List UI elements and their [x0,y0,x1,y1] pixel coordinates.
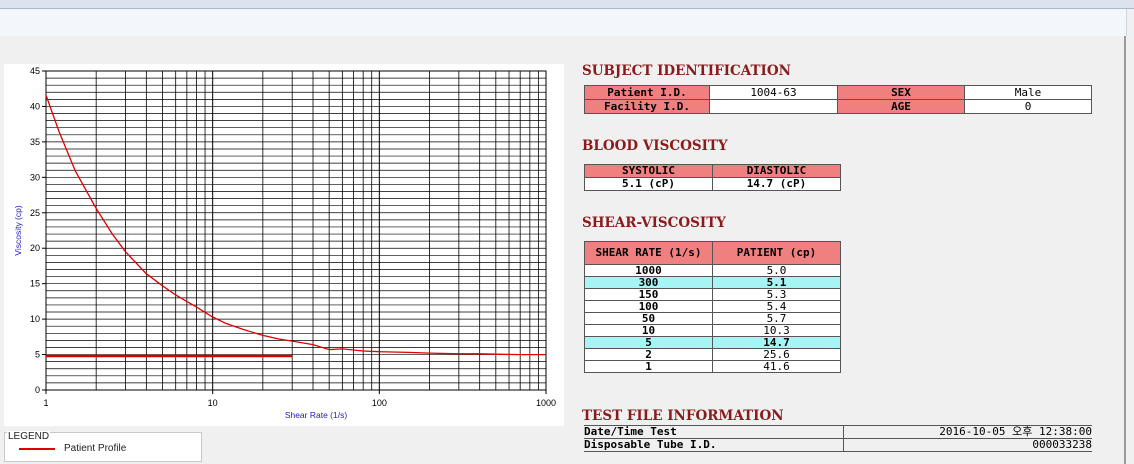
patient-value-cell: 41.6 [712,360,841,373]
shear-rate-header: SHEAR RATE (1/s) [584,241,713,265]
diastolic-label: DIASTOLIC [712,164,841,178]
table-row: 150 5.3 [584,288,841,301]
table-row: Disposable Tube I.D. 000033238 [584,438,1092,452]
y-tick-label: 35 [30,137,40,147]
table-row: 5.1 (cP) 14.7 (cP) [584,177,841,191]
patient-value-cell: 5.3 [712,288,841,301]
test-info-table: Date/Time Test 2016-10-05 오후 12:38:00 Di… [584,425,1092,452]
table-row: 5 14.7 [584,336,841,349]
window-top-bar [0,0,1134,9]
shear-rate-cell: 1000 [584,264,713,277]
y-tick-label: 5 [35,350,40,360]
y-tick-label: 15 [30,279,40,289]
shear-viscosity-table: SHEAR RATE (1/s) PATIENT (cp) 1000 5.0 300… [584,241,841,373]
y-tick-label: 40 [30,101,40,111]
table-row: 300 5.1 [584,276,841,289]
legend-box: LEGEND Patient Profile [4,431,202,462]
y-tick-label: 45 [30,66,40,76]
y-tick-label: 0 [35,385,40,395]
patient-value-cell: 14.7 [712,336,841,349]
test-info-heading: TEST FILE INFORMATION [582,408,784,424]
sex-value: Male [964,85,1092,100]
table-header-row: SHEAR RATE (1/s) PATIENT (cp) [584,241,841,265]
y-tick-label: 20 [30,243,40,253]
blood-viscosity-table: SYSTOLIC DIASTOLIC 5.1 (cP) 14.7 (cP) [584,164,841,191]
shear-rate-cell: 100 [584,300,713,313]
patient-value-cell: 5.4 [712,300,841,313]
table-row: 2 25.6 [584,348,841,361]
legend-title: LEGEND [7,431,51,442]
datetime-label: Date/Time Test [584,425,843,439]
shear-rate-cell: 50 [584,312,713,325]
y-tick-label: 10 [30,314,40,324]
patient-cp-header: PATIENT (cp) [712,241,841,265]
table-row: 1 41.6 [584,360,841,373]
y-tick-label: 30 [30,172,40,182]
subject-table: Patient I.D. 1004-63 SEX Male Facility I… [584,85,1092,114]
toolbar-area [0,9,1127,36]
x-tick-label: 10 [208,398,218,408]
diastolic-value: 14.7 (cP) [712,177,841,191]
tube-id-label: Disposable Tube I.D. [584,438,717,451]
legend-line-swatch [19,448,55,450]
patient-value-cell: 5.0 [712,264,841,277]
age-label: AGE [837,99,965,114]
blood-viscosity-heading: BLOOD VISCOSITY [582,138,728,154]
table-row: Facility I.D. AGE 0 [584,99,1092,114]
legend-label: Patient Profile [64,443,127,454]
systolic-label: SYSTOLIC [584,164,713,178]
table-row: 10 10.3 [584,324,841,337]
x-tick-label: 1000 [536,398,556,408]
shear-rate-cell: 300 [584,276,713,289]
table-row: 100 5.4 [584,300,841,313]
x-axis-label: Shear Rate (1/s) [285,410,348,420]
patient-value-cell: 25.6 [712,348,841,361]
patient-value-cell: 5.1 [712,276,841,289]
table-row: 50 5.7 [584,312,841,325]
table-row: 1000 5.0 [584,264,841,277]
viscosity-chart: 0 5 10 15 20 25 30 35 40 45 1 10 100 1000 Shear Rate (… [13,66,556,420]
facility-id-label: Facility I.D. [584,99,710,114]
viscosity-chart-panel: 0 5 10 15 20 25 30 35 40 45 1 10 100 1000 Shear Rate (… [4,64,564,426]
y-tick-label: 25 [30,208,40,218]
systolic-value: 5.1 (cP) [584,177,713,191]
vertical-scrollbar[interactable] [1124,36,1134,464]
table-row: Date/Time Test 2016-10-05 오후 12:38:00 [584,425,1092,439]
datetime-value: 2016-10-05 오후 12:38:00 [842,425,1092,439]
shear-rate-cell: 10 [584,324,713,337]
facility-id-value [709,99,838,114]
x-tick-label: 1 [43,398,48,408]
shear-rate-cell: 1 [584,360,713,373]
table-row: Patient I.D. 1004-63 SEX Male [584,85,1092,100]
y-axis-label: Viscosity (cp) [13,205,23,256]
sex-label: SEX [837,85,965,100]
x-tick-label: 100 [372,398,387,408]
patient-value-cell: 5.7 [712,312,841,325]
subject-heading: SUBJECT IDENTIFICATION [582,63,791,79]
patient-value-cell: 10.3 [712,324,841,337]
shear-rate-cell: 5 [584,336,713,349]
patient-id-value: 1004-63 [709,85,838,100]
shear-viscosity-heading: SHEAR-VISCOSITY [582,215,726,231]
shear-rate-cell: 150 [584,288,713,301]
patient-id-label: Patient I.D. [584,85,710,100]
shear-rate-cell: 2 [584,348,713,361]
age-value: 0 [964,99,1092,114]
tube-id-value: 000033238 [842,438,1092,452]
table-row: SYSTOLIC DIASTOLIC [584,164,841,178]
